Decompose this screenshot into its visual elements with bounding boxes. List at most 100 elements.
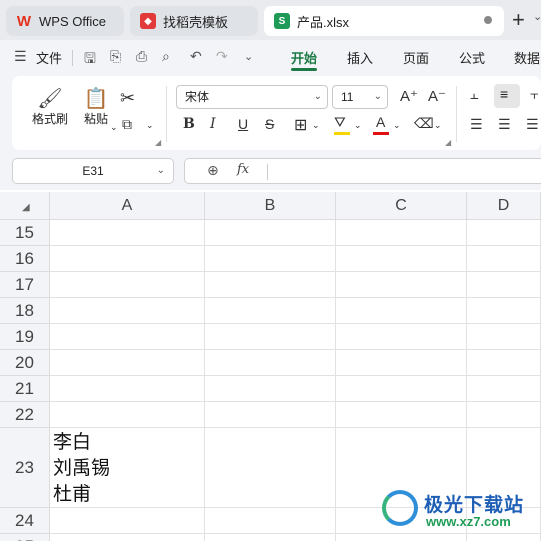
close-tab-icon[interactable] (484, 16, 492, 24)
zoom-icon[interactable]: ⊕ (207, 162, 219, 179)
column-header-d[interactable]: D (467, 192, 541, 220)
print-preview-icon[interactable]: ⌕ (162, 48, 170, 65)
fill-color-dropdown-icon[interactable]: ⌄ (354, 120, 362, 131)
row-header[interactable]: 25 (0, 534, 50, 541)
cell-c22[interactable] (336, 402, 467, 428)
file-menu[interactable]: 文件 (36, 48, 62, 67)
cell-a18[interactable] (50, 298, 205, 324)
clipboard-settings-icon[interactable]: ◢ (155, 138, 161, 147)
cell-b16[interactable] (205, 246, 336, 272)
font-color-dropdown-icon[interactable]: ⌄ (393, 120, 401, 131)
cell-c20[interactable] (336, 350, 467, 376)
cell-b24[interactable] (205, 508, 336, 534)
name-box[interactable]: E31 ⌄ (12, 158, 174, 184)
align-right-icon[interactable]: ☰ (526, 116, 539, 133)
clear-format-icon[interactable]: ⌫ (414, 115, 434, 132)
copy-icon[interactable]: ⧉ (122, 116, 132, 133)
cell-c18[interactable] (336, 298, 467, 324)
hamburger-menu-icon[interactable]: ☰ (14, 48, 27, 65)
cell-d16[interactable] (467, 246, 541, 272)
grow-font-button[interactable]: A⁺ (400, 87, 418, 105)
font-name-select[interactable]: 宋体 ⌄ (176, 85, 328, 109)
paste-button[interactable]: 📋 粘贴 (76, 86, 116, 127)
cell-d19[interactable] (467, 324, 541, 350)
cell-b21[interactable] (205, 376, 336, 402)
align-center-icon[interactable]: ☰ (498, 116, 511, 133)
cell-d21[interactable] (467, 376, 541, 402)
cell-c17[interactable] (336, 272, 467, 298)
format-painter-button[interactable]: 🖌 格式刷 (28, 86, 72, 127)
cell-b15[interactable] (205, 220, 336, 246)
cell-b25[interactable] (205, 534, 336, 541)
column-header-c[interactable]: C (336, 192, 467, 220)
column-header-b[interactable]: B (205, 192, 336, 220)
cell-a15[interactable] (50, 220, 205, 246)
cell-a20[interactable] (50, 350, 205, 376)
bold-button[interactable]: B (183, 116, 195, 132)
tab-page[interactable]: 页面 (403, 48, 429, 67)
cell-c16[interactable] (336, 246, 467, 272)
tab-product-xlsx[interactable]: S 产品.xlsx (264, 6, 504, 36)
font-size-select[interactable]: 11 ⌄ (332, 85, 388, 109)
cell-b19[interactable] (205, 324, 336, 350)
borders-dropdown-icon[interactable]: ⌄ (312, 120, 320, 131)
row-header[interactable]: 20 (0, 350, 50, 376)
row-header[interactable]: 24 (0, 508, 50, 534)
row-header[interactable]: 23 (0, 428, 50, 508)
print-icon[interactable]: ⎙ (136, 48, 147, 65)
cell-b22[interactable] (205, 402, 336, 428)
row-header[interactable]: 18 (0, 298, 50, 324)
cell-d18[interactable] (467, 298, 541, 324)
cell-a24[interactable] (50, 508, 205, 534)
font-color-button[interactable]: A (376, 114, 385, 130)
strikethrough-button[interactable]: S (265, 116, 274, 132)
formula-input[interactable]: ⊕ fx (184, 158, 541, 184)
cell-c21[interactable] (336, 376, 467, 402)
tab-insert[interactable]: 插入 (347, 48, 373, 67)
tab-data[interactable]: 数据 (514, 48, 540, 67)
cell-b20[interactable] (205, 350, 336, 376)
row-header[interactable]: 15 (0, 220, 50, 246)
cell-c15[interactable] (336, 220, 467, 246)
undo-icon[interactable]: ↶ (190, 48, 202, 65)
quick-access-dropdown-icon[interactable]: ⌄ (244, 50, 253, 63)
shrink-font-button[interactable]: A⁻ (428, 87, 446, 105)
underline-button[interactable]: U (238, 116, 248, 132)
cell-b23[interactable] (205, 428, 336, 508)
align-bottom-icon[interactable]: ⫟ (530, 86, 538, 103)
align-top-icon[interactable]: ⫠ (470, 86, 478, 103)
insert-function-button[interactable]: fx (237, 162, 249, 177)
font-settings-icon[interactable]: ◢ (445, 138, 451, 147)
align-left-icon[interactable]: ☰ (470, 116, 483, 133)
cell-a21[interactable] (50, 376, 205, 402)
cell-c19[interactable] (336, 324, 467, 350)
tab-wps-office[interactable]: W WPS Office (6, 6, 124, 36)
column-header-a[interactable]: A (50, 192, 205, 220)
new-tab-button[interactable]: + (512, 8, 525, 32)
redo-icon[interactable]: ↷ (216, 48, 228, 65)
tab-home[interactable]: 开始 (291, 48, 317, 67)
row-header[interactable]: 22 (0, 402, 50, 428)
cell-a25[interactable] (50, 534, 205, 541)
align-middle-button[interactable]: ≡ (494, 84, 520, 108)
chevron-down-icon[interactable]: ⌄ (533, 10, 541, 23)
cell-d22[interactable] (467, 402, 541, 428)
borders-icon[interactable]: ⊞ (294, 115, 307, 135)
row-header[interactable]: 17 (0, 272, 50, 298)
cell-b18[interactable] (205, 298, 336, 324)
export-icon[interactable]: ⎘ (110, 48, 121, 65)
cell-d15[interactable] (467, 220, 541, 246)
cell-d20[interactable] (467, 350, 541, 376)
tab-formulas[interactable]: 公式 (459, 48, 485, 67)
cell-a16[interactable] (50, 246, 205, 272)
tab-docer-templates[interactable]: ◆ 找稻壳模板 (130, 6, 258, 36)
row-header[interactable]: 21 (0, 376, 50, 402)
row-header[interactable]: 16 (0, 246, 50, 272)
italic-button[interactable]: I (210, 116, 216, 132)
save-icon[interactable]: 🖫 (84, 48, 96, 72)
row-header[interactable]: 19 (0, 324, 50, 350)
cell-a17[interactable] (50, 272, 205, 298)
clear-format-dropdown-icon[interactable]: ⌄ (434, 120, 442, 131)
cell-b17[interactable] (205, 272, 336, 298)
copy-dropdown-icon[interactable]: ⌄ (146, 120, 154, 131)
